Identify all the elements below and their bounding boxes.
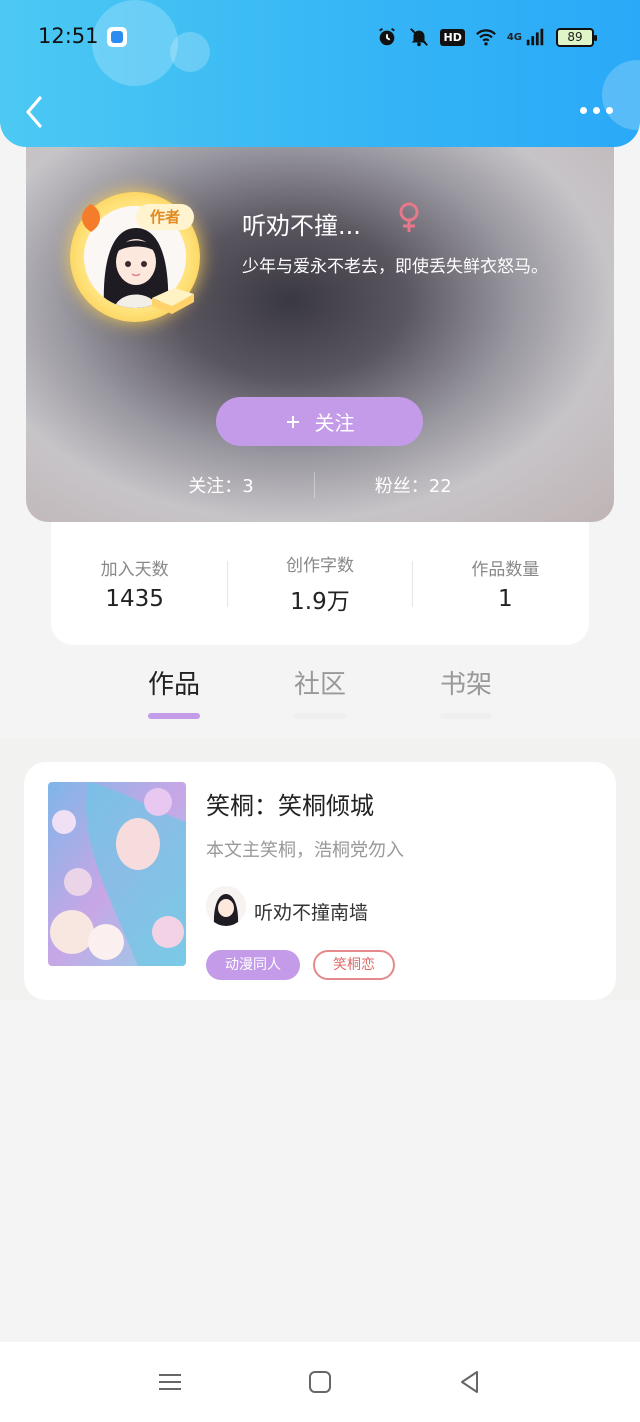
battery-icon: 89 [556, 27, 597, 47]
status-icons: HD 4G 89 [376, 24, 597, 50]
follow-stats: 关注：3 粉丝：22 [26, 472, 614, 498]
tab-label: 社区 [293, 670, 346, 700]
network-type: 4G [506, 31, 522, 43]
more-dot-icon [592, 106, 600, 114]
tab-bar: 作品 社区 书架 [0, 664, 640, 734]
author-avatar[interactable] [206, 886, 246, 926]
stat-word-count: 创作字数 1.9万 [245, 551, 395, 616]
divider [226, 560, 228, 607]
following-count[interactable]: 关注：3 [188, 472, 253, 498]
book-card[interactable]: 笑桐：笑桐倾城 本文主笑桐，浩桐党勿入 听劝不撞南墙 动漫同人 笑桐恋 [24, 762, 616, 1000]
book-decor-icon [152, 288, 194, 314]
tab-community[interactable]: 社区 [292, 664, 348, 734]
divider [412, 560, 414, 607]
book-description: 本文主笑桐，浩桐党勿入 [206, 840, 404, 861]
author-badge: 作者 [136, 204, 194, 230]
user-signature: 少年与爱永不老去，即使丢失鲜衣怒马。 [242, 257, 548, 277]
tab-indicator [294, 713, 346, 719]
decor-bubble [92, 0, 178, 86]
fans-count[interactable]: 粉丝：22 [375, 472, 452, 498]
stat-works-count: 作品数量 1 [430, 555, 580, 612]
more-dot-icon [605, 106, 613, 114]
book-title: 笑桐：笑桐倾城 [206, 792, 374, 820]
tag-pairing[interactable]: 笑桐恋 [313, 950, 395, 980]
hd-icon: HD [440, 28, 465, 46]
system-nav-bar [0, 1342, 640, 1422]
profile-card: 作者 听劝不撞... 少年与爱永不老去，即使丢失鲜衣怒马。 关注 关注：3 粉丝… [26, 120, 614, 522]
stat-label: 创作字数 [285, 556, 354, 576]
female-icon [399, 202, 419, 232]
stat-value: 1.9万 [290, 589, 350, 615]
tab-label: 书架 [439, 670, 492, 700]
back-button[interactable] [20, 92, 50, 132]
alarm-icon [379, 27, 396, 46]
stat-join-days: 加入天数 1435 [60, 555, 210, 612]
tag-genre[interactable]: 动漫同人 [206, 950, 300, 980]
menu-icon[interactable] [155, 1367, 185, 1397]
book-cover[interactable] [48, 782, 186, 966]
stat-label: 作品数量 [471, 560, 540, 580]
tab-bookshelf[interactable]: 书架 [438, 664, 494, 734]
stat-label: 加入天数 [100, 560, 169, 580]
mute-bell-icon [410, 28, 429, 47]
signal-icon [526, 28, 544, 46]
stat-value: 1435 [105, 586, 164, 612]
home-icon[interactable] [305, 1367, 335, 1397]
author-avatar-illustration [206, 886, 246, 926]
follow-label: 关注 [314, 411, 355, 435]
author-name[interactable]: 听劝不撞南墙 [254, 898, 368, 925]
stat-value: 1 [498, 586, 513, 612]
status-time: 12:51 [38, 24, 99, 48]
more-dot-icon [579, 106, 587, 114]
wifi-icon [475, 29, 496, 46]
tab-works[interactable]: 作品 [146, 664, 202, 734]
tab-indicator [440, 713, 492, 719]
decor-bubble [170, 32, 210, 72]
back-triangle-icon[interactable] [455, 1367, 485, 1397]
more-options-button[interactable] [578, 100, 614, 120]
app-notification-icon [107, 27, 127, 47]
user-name: 听劝不撞... [242, 212, 361, 240]
follow-button[interactable]: 关注 [216, 397, 423, 446]
divider [313, 472, 315, 498]
book-cover-image [48, 782, 186, 966]
tab-label: 作品 [147, 670, 200, 700]
top-bar: 12:51 HD 4G 89 [0, 0, 640, 147]
tab-indicator [148, 713, 200, 719]
plus-icon [286, 415, 299, 428]
feather-decor-icon [81, 204, 101, 232]
